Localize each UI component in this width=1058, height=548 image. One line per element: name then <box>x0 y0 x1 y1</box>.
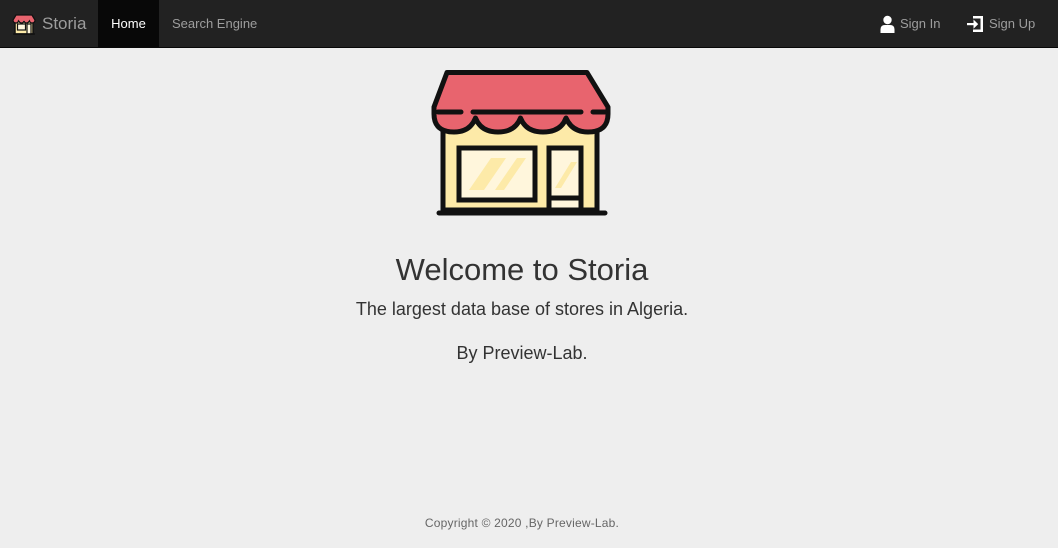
page-byline: By Preview-Lab. <box>456 343 588 363</box>
nav-home-link[interactable]: Home <box>98 0 159 47</box>
sign-up-label: Sign Up <box>989 16 1036 31</box>
nav-search-engine-link[interactable]: Search Engine <box>172 0 257 47</box>
brand-name: Storia <box>42 14 87 33</box>
page-subtitle: The largest data base of stores in Alger… <box>355 299 689 319</box>
sign-in-link[interactable]: Sign In <box>880 0 940 47</box>
store-icon <box>12 13 42 35</box>
storefront-icon <box>431 70 613 218</box>
nav-search-engine-label: Search Engine <box>172 16 258 31</box>
log-in-icon <box>966 15 984 33</box>
user-icon <box>880 15 895 33</box>
sign-in-label: Sign In <box>900 16 941 31</box>
page-title: Welcome to Storia <box>395 252 649 287</box>
nav-home-label: Home <box>111 16 146 31</box>
brand-link[interactable]: Storia <box>12 0 86 48</box>
sign-up-link[interactable]: Sign Up <box>966 0 1035 47</box>
footer-copyright: Copyright © 2020 ,By Preview-Lab. <box>424 516 620 530</box>
top-navbar: Storia Home Search Engine Sign In Sign U… <box>0 0 1058 48</box>
